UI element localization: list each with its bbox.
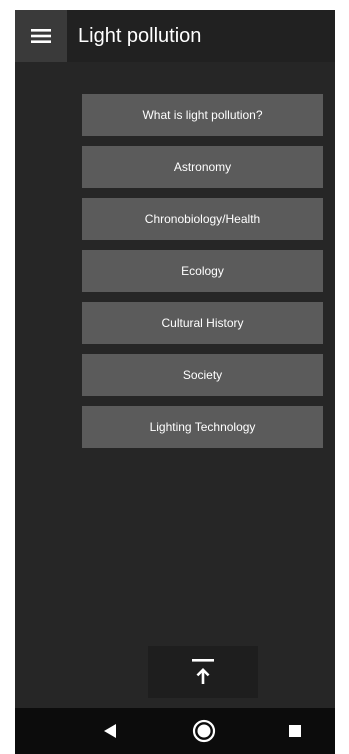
recents-square-icon [289, 725, 301, 737]
nav-recents-button[interactable] [280, 716, 310, 746]
society-button[interactable]: Society [82, 354, 323, 396]
lighting-technology-button[interactable]: Lighting Technology [82, 406, 323, 448]
cultural-history-button[interactable]: Cultural History [82, 302, 323, 344]
nav-back-button[interactable] [95, 716, 125, 746]
chronobiology-health-button[interactable]: Chronobiology/Health [82, 198, 323, 240]
hamburger-menu-icon [31, 29, 51, 43]
app-screen: Light pollution What is light pollution?… [15, 10, 335, 754]
back-triangle-icon [104, 724, 116, 738]
what-is-light-pollution-button[interactable]: What is light pollution? [82, 94, 323, 136]
ecology-button[interactable]: Ecology [82, 250, 323, 292]
app-bar: Light pollution [15, 10, 335, 62]
nav-home-button[interactable] [189, 716, 219, 746]
home-circle-icon [192, 719, 216, 743]
arrow-up-to-top-icon [192, 659, 214, 684]
menu-button[interactable] [15, 10, 67, 62]
system-navigation-bar [15, 708, 335, 754]
astronomy-button[interactable]: Astronomy [82, 146, 323, 188]
page-title: Light pollution [78, 25, 202, 47]
topic-menu: What is light pollution? Astronomy Chron… [82, 94, 323, 458]
scroll-to-top-button[interactable] [148, 646, 258, 698]
